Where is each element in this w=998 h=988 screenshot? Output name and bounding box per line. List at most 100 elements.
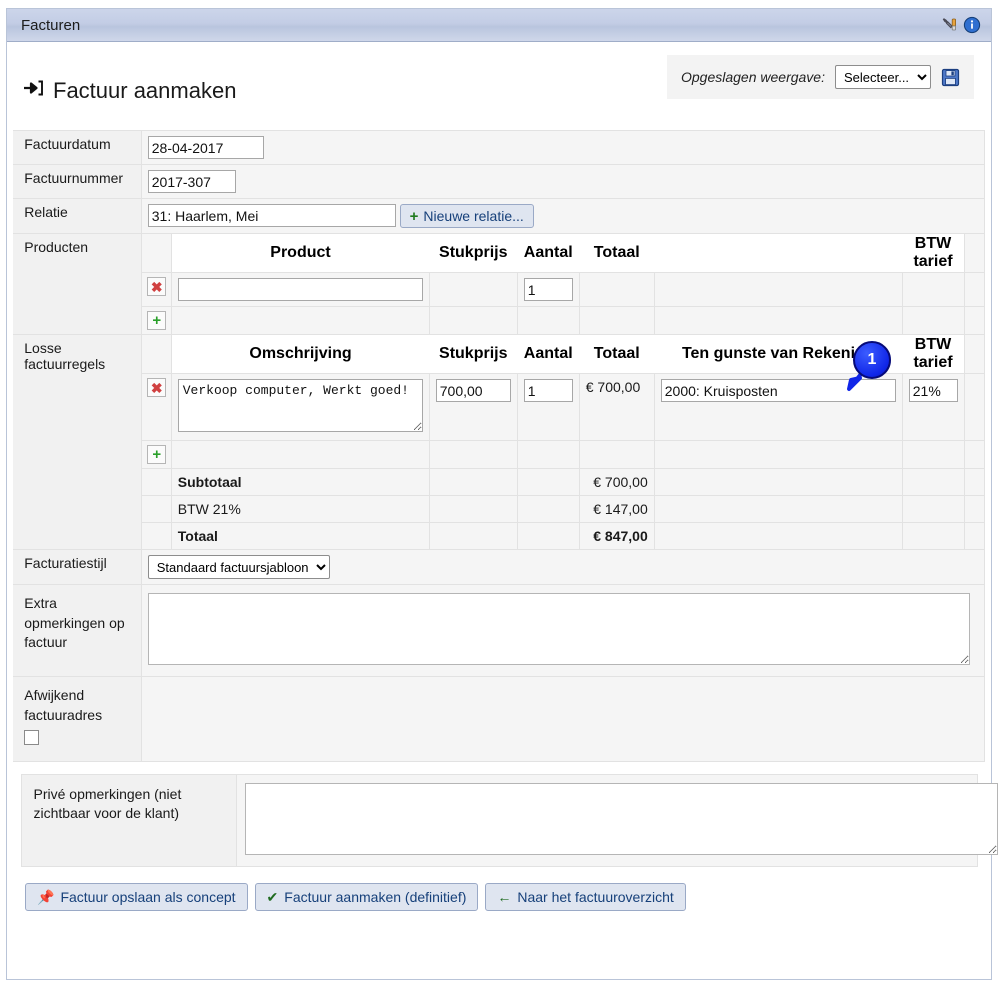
page-header: Factuur aanmaken Opgeslagen weergave: Se… bbox=[7, 42, 991, 130]
add-plus-icon[interactable]: + bbox=[147, 311, 167, 330]
loose-add-spacer-4 bbox=[578, 440, 655, 469]
alt-address-label: Afwijkend factuuradres bbox=[24, 687, 103, 723]
product-account-cell bbox=[653, 272, 903, 307]
saved-view-select[interactable]: Selecteer... bbox=[835, 65, 931, 89]
row-extra-notes: Extra opmerkingen op factuur bbox=[13, 584, 985, 677]
loose-add-spacer-6 bbox=[901, 440, 965, 469]
vat-blank-4 bbox=[901, 495, 965, 523]
private-notes-label: Privé opmerkingen (niet zichtbaar voor d… bbox=[20, 773, 237, 867]
loose-description-cell: Verkoop computer, Werkt goed! bbox=[170, 373, 430, 441]
private-notes-cell bbox=[235, 773, 998, 867]
products-add-spacer-4 bbox=[578, 306, 655, 335]
vat-blank-1 bbox=[428, 495, 518, 523]
table-row: ✖ bbox=[13, 272, 985, 307]
loose-add-cell: + bbox=[140, 440, 172, 469]
product-name-input[interactable] bbox=[177, 278, 423, 301]
private-notes-textarea[interactable] bbox=[244, 782, 998, 855]
products-col-price: Stukprijs bbox=[439, 244, 508, 261]
loose-btw-input[interactable] bbox=[908, 379, 958, 402]
delete-x-icon[interactable]: ✖ bbox=[147, 277, 167, 296]
relation-label: Relatie bbox=[13, 198, 142, 234]
vat-label: BTW 21% bbox=[170, 495, 430, 523]
invoice-number-label: Factuurnummer bbox=[13, 164, 142, 199]
loose-delete-cell: ✖ bbox=[140, 373, 172, 441]
alt-address-cell: Afwijkend factuuradres bbox=[13, 676, 142, 762]
product-qty-input[interactable] bbox=[523, 278, 573, 301]
row-invoice-style: Facturatiestijl Standaard factuursjabloo… bbox=[13, 549, 985, 585]
create-final-button[interactable]: ✔ Factuur aanmaken (definitief) bbox=[254, 882, 479, 911]
floppy-save-icon[interactable] bbox=[941, 68, 960, 87]
check-icon: ✔ bbox=[266, 888, 279, 905]
loose-total-cell: € 700,00 bbox=[578, 373, 655, 441]
product-qty-cell bbox=[516, 272, 580, 307]
products-icon-col-header bbox=[140, 233, 172, 273]
invoice-date-input[interactable] bbox=[147, 136, 264, 159]
extra-notes-label: Extra opmerkingen op factuur bbox=[13, 584, 142, 677]
grandtotal-blank-2 bbox=[516, 522, 580, 550]
product-total-cell bbox=[578, 272, 655, 307]
subtotal-icon-cell bbox=[140, 468, 172, 496]
vat-blank-2 bbox=[516, 495, 580, 523]
new-relation-button[interactable]: + Nieuwe relatie... bbox=[399, 204, 534, 228]
info-icon[interactable] bbox=[963, 16, 981, 34]
loose-col-end bbox=[963, 334, 985, 374]
loose-col-qty: Aantal bbox=[523, 345, 573, 362]
extra-notes-textarea[interactable] bbox=[147, 593, 970, 665]
invoice-number-input[interactable] bbox=[147, 170, 236, 193]
subtotal-blank-1 bbox=[428, 468, 518, 496]
tools-icon[interactable] bbox=[942, 16, 960, 34]
products-col-total: Totaal bbox=[593, 244, 640, 261]
subtotal-blank-4 bbox=[901, 468, 965, 496]
relation-cell: + Nieuwe relatie... bbox=[140, 198, 985, 234]
loose-price-input[interactable] bbox=[435, 379, 511, 402]
alt-address-spacer bbox=[140, 676, 985, 762]
products-header-row: Producten Product Stukprijs Aantal Totaa… bbox=[13, 233, 985, 335]
products-col-qty: Aantal bbox=[523, 244, 573, 261]
grandtotal-blank-3 bbox=[653, 522, 903, 550]
products-col-end bbox=[963, 233, 985, 273]
loose-col-total: Totaal bbox=[593, 345, 640, 362]
loose-icon-col-header bbox=[140, 334, 172, 374]
window-titlebar: Facturen bbox=[7, 8, 991, 42]
row-invoice-number: Factuurnummer bbox=[13, 164, 985, 199]
vat-icon-cell bbox=[140, 495, 172, 523]
invoice-style-label: Facturatiestijl bbox=[13, 549, 142, 585]
saved-view-label: Opgeslagen weergave: bbox=[681, 69, 825, 85]
products-add-spacer-6 bbox=[901, 306, 965, 335]
alt-address-checkbox[interactable] bbox=[24, 730, 40, 746]
saved-view-panel: Opgeslagen weergave: Selecteer... bbox=[667, 55, 974, 99]
product-price-cell bbox=[428, 272, 518, 307]
grandtotal-blank-4 bbox=[901, 522, 965, 550]
save-draft-button[interactable]: 📌 Factuur opslaan als concept bbox=[25, 882, 248, 911]
private-notes-table: Privé opmerkingen (niet zichtbaar voor d… bbox=[20, 773, 998, 867]
loose-btw-cell bbox=[901, 373, 965, 441]
relation-input[interactable] bbox=[147, 204, 396, 227]
loose-account-cell bbox=[653, 373, 903, 441]
subtotal-blank-5 bbox=[963, 468, 985, 496]
loose-description-textarea[interactable]: Verkoop computer, Werkt goed! bbox=[177, 379, 423, 432]
grandtotal-label: Totaal bbox=[170, 522, 430, 550]
products-add-spacer-5 bbox=[653, 306, 903, 335]
add-plus-icon[interactable]: + bbox=[147, 445, 167, 464]
invoice-form-table: Factuurdatum Factuurnummer Relatie + bbox=[13, 130, 985, 762]
products-col-blank bbox=[654, 234, 902, 273]
extra-notes-cell bbox=[140, 584, 985, 677]
arrow-left-icon: ← bbox=[497, 888, 512, 905]
new-relation-label: Nieuwe relatie... bbox=[423, 208, 524, 224]
subtotal-blank-3 bbox=[653, 468, 903, 496]
loose-col-price: Stukprijs bbox=[439, 345, 508, 362]
invoice-style-select[interactable]: Standaard factuursjabloon bbox=[147, 555, 330, 579]
back-overview-button[interactable]: ← Naar het factuuroverzicht bbox=[485, 882, 686, 911]
loose-qty-input[interactable] bbox=[523, 379, 573, 402]
titlebar-icons bbox=[942, 16, 981, 34]
row-alt-address: Afwijkend factuuradres bbox=[13, 676, 985, 762]
products-add-row: + bbox=[13, 306, 985, 335]
loose-account-input[interactable] bbox=[660, 379, 896, 402]
loose-add-spacer-7 bbox=[963, 440, 985, 469]
products-section-label: Producten bbox=[13, 233, 142, 335]
row-invoice-date: Factuurdatum bbox=[13, 130, 985, 165]
loose-col-account: Ten gunste van Rekening bbox=[681, 345, 875, 362]
grandtotal-value: € 847,00 bbox=[578, 522, 655, 550]
footer-actions: 📌 Factuur opslaan als concept ✔ Factuur … bbox=[25, 882, 991, 911]
delete-x-icon[interactable]: ✖ bbox=[147, 378, 167, 397]
